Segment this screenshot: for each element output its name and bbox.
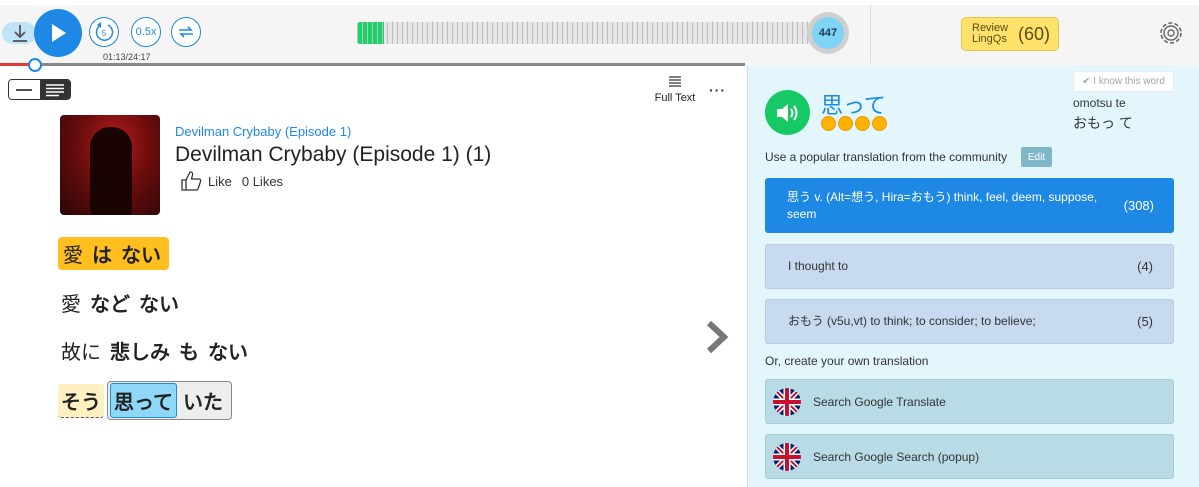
top-strip [0, 0, 1199, 5]
status-dot[interactable] [821, 116, 836, 131]
selected-word[interactable]: 思って [110, 383, 177, 418]
speed-button[interactable]: 0.5x [131, 17, 161, 47]
know-word-button[interactable]: ✔ I know this word [1073, 71, 1174, 92]
speaker-icon [776, 103, 797, 122]
loop-icon [179, 26, 193, 38]
word[interactable]: 愛 [58, 286, 84, 319]
download-button[interactable] [2, 22, 36, 44]
hint-text: おもう (v5u,vt) to think; to consider; to b… [788, 314, 1036, 328]
word[interactable]: も [176, 334, 202, 367]
uk-flag-icon [773, 442, 801, 471]
word[interactable]: 悲しみ [107, 334, 173, 367]
hint-text: I thought to [788, 259, 849, 273]
search-google-translate-button[interactable]: Search Google Translate [765, 379, 1174, 424]
word[interactable]: 故に [58, 334, 104, 367]
review-lingqs-button[interactable]: Review LingQs (60) [961, 17, 1059, 51]
divider [870, 5, 871, 63]
download-icon [13, 25, 27, 42]
sentence-view-icon [16, 88, 33, 91]
like-button[interactable]: Like [208, 174, 232, 189]
text-line-4: そう 思って いた [58, 381, 232, 420]
hint-count: (4) [1137, 259, 1153, 274]
page-view-icon [45, 83, 64, 96]
hint-count: (308) [1123, 198, 1154, 213]
playback-track[interactable] [0, 63, 745, 66]
playback-knob[interactable] [28, 58, 42, 72]
rewind-label: 5 [102, 29, 107, 38]
rewind-5-button[interactable]: 5 [89, 17, 119, 47]
review-count: (60) [1018, 23, 1051, 44]
word[interactable]: 愛 [60, 237, 86, 270]
sentence-highlight: 愛 は ない [58, 237, 169, 270]
lingq-meter [357, 22, 812, 44]
community-label: Use a popular translation from the commu… [765, 150, 1008, 164]
search-google-translate-label: Search Google Translate [813, 394, 946, 409]
text-line-3: 故に 悲しみ も ない [58, 334, 254, 367]
romaji: omotsu te [1073, 96, 1126, 110]
thumbnail-figure [90, 127, 132, 215]
loop-button[interactable] [171, 17, 201, 47]
full-text-button[interactable]: Full Text [648, 75, 702, 104]
status-dot[interactable] [838, 116, 853, 131]
lingq-word[interactable]: そう [58, 383, 104, 418]
rewind-icon: 5 [95, 22, 114, 41]
hint-text: 思う v. (Alt=想う, Hira=おもう) think, feel, de… [787, 189, 1098, 221]
word[interactable]: は [89, 237, 115, 270]
gear-icon [1160, 22, 1182, 44]
course-link[interactable]: Devilman Crybaby (Episode 1) [175, 124, 351, 139]
pronounce-button[interactable] [765, 90, 810, 135]
meter-count: 447 [812, 17, 844, 49]
sentence-view-option[interactable] [9, 80, 40, 99]
lesson-thumbnail[interactable] [60, 115, 160, 215]
own-translation-label: Or, create your own translation [765, 354, 929, 368]
hint-option[interactable]: おもう (v5u,vt) to think; to consider; to b… [765, 299, 1174, 344]
likes-count: 0 Likes [241, 173, 284, 189]
uk-flag-icon [773, 387, 801, 416]
word[interactable]: など [87, 286, 133, 319]
more-options-button[interactable]: ··· [709, 82, 726, 98]
hint-option[interactable]: 思う v. (Alt=想う, Hira=おもう) think, feel, de… [765, 178, 1174, 233]
hint-option[interactable]: I thought to (4) [765, 244, 1174, 289]
play-button[interactable] [34, 9, 82, 57]
next-page-button[interactable] [705, 320, 729, 354]
word[interactable]: ない [205, 334, 251, 367]
review-label: Review LingQs [972, 22, 1009, 45]
status-dots[interactable] [821, 116, 889, 131]
page-view-option[interactable] [39, 80, 70, 99]
full-text-icon [669, 76, 681, 87]
word[interactable]: ない [118, 237, 164, 270]
speed-label: 0.5x [135, 26, 157, 38]
like-area: Like 0 Likes [180, 171, 283, 191]
status-dot[interactable] [855, 116, 870, 131]
view-mode-toggle[interactable] [8, 79, 71, 100]
chevron-right-icon [706, 320, 729, 354]
word[interactable]: ない [136, 286, 182, 319]
full-text-label: Full Text [654, 92, 696, 104]
search-google-search-label: Search Google Search (popup) [813, 449, 980, 464]
time-label: 01:13/24:17 [103, 52, 151, 62]
text-line-2: 愛 など ない [58, 286, 185, 319]
status-dot[interactable] [872, 116, 887, 131]
player-bar: 5 0.5x 01:13/24:17 447 Review LingQs (60… [0, 0, 1199, 72]
lesson-title: Devilman Crybaby (Episode 1) (1) [175, 143, 492, 166]
reading: おもっ て [1073, 115, 1133, 131]
word-sidebar: ✔ I know this word 思って omotsu te おもっ て U… [747, 66, 1199, 487]
hint-count: (5) [1137, 314, 1153, 329]
phrase-selection: 思って いた [107, 381, 232, 420]
word[interactable]: いた [180, 384, 226, 417]
play-icon [52, 24, 66, 42]
search-google-search-button[interactable]: Search Google Search (popup) [765, 434, 1174, 479]
settings-button[interactable] [1156, 18, 1186, 48]
edit-button[interactable]: Edit [1021, 147, 1052, 167]
meter-ticks [357, 22, 812, 44]
thumbs-up-icon[interactable] [180, 171, 202, 191]
text-line-1: 愛 は ない [58, 237, 169, 270]
meter-count-badge: 447 [807, 12, 849, 54]
